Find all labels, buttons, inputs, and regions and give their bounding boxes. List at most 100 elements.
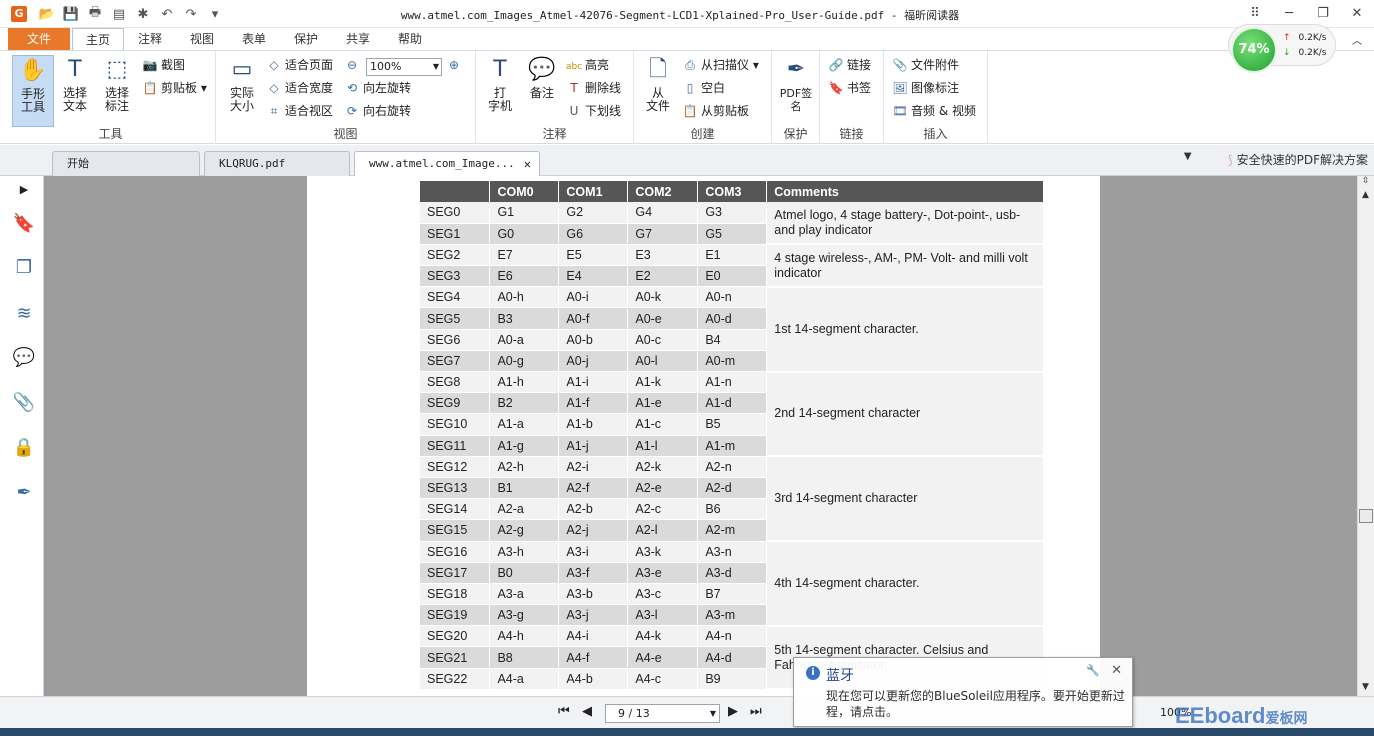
- blank-button[interactable]: ▯ 空白: [682, 78, 725, 98]
- doc-tab-atmel[interactable]: www.atmel.com_Image... ✕: [354, 151, 540, 177]
- pages-panel-icon[interactable]: ❐: [12, 256, 36, 280]
- bookmark-label: 书签: [847, 81, 872, 95]
- segment-cell: SEG15: [420, 519, 491, 542]
- bluetooth-notification[interactable]: i 蓝牙 🔧 ✕ 现在您可以更新您的BlueSoleil应用程序。要开始更新过程…: [793, 657, 1133, 727]
- settings-wrench-icon[interactable]: 🔧: [1086, 664, 1100, 677]
- document-viewport[interactable]: COM0 COM1 COM2 COM3 Comments SEG0 G1 G2 G4 G…: [44, 176, 1357, 696]
- table-header: Comments: [766, 181, 1044, 202]
- first-page-icon[interactable]: ⏮: [558, 704, 570, 719]
- com-cell: A3-j: [558, 604, 629, 627]
- strikeout-button[interactable]: T 删除线: [566, 78, 621, 98]
- new-icon[interactable]: ✱: [134, 5, 152, 23]
- last-page-icon[interactable]: ⏭: [750, 704, 762, 719]
- zoom-out-button[interactable]: ⊖: [344, 55, 363, 75]
- rotate-left-button[interactable]: ⟲ 向左旋转: [344, 78, 411, 98]
- tab-list-dropdown-icon[interactable]: ▼: [1184, 151, 1192, 162]
- clipboard-button[interactable]: 📋 剪贴板 ▾: [142, 78, 207, 98]
- signatures-panel-icon[interactable]: ✒: [12, 481, 36, 505]
- bookmark-button[interactable]: 🔖 书签: [828, 78, 872, 98]
- properties-icon[interactable]: ▤: [110, 5, 128, 23]
- restore-button[interactable]: ❐: [1306, 0, 1340, 26]
- undo-icon[interactable]: ↶: [158, 5, 176, 23]
- notification-close-button[interactable]: ✕: [1111, 663, 1122, 678]
- doc-tab-klqrug[interactable]: KLQRUG.pdf: [204, 151, 350, 176]
- select-annotation-button[interactable]: ⬚ 选择 标注: [98, 55, 136, 113]
- segment-cell: SEG7: [420, 350, 491, 373]
- from-clipboard-button[interactable]: 📋 从剪贴板: [682, 101, 750, 121]
- com-cell: A2-d: [697, 477, 768, 500]
- print-icon[interactable]: 🖶: [86, 5, 104, 23]
- from-file-button[interactable]: 🗋 从 文件: [640, 55, 676, 113]
- bookmarks-panel-icon[interactable]: 🔖: [12, 212, 36, 236]
- from-scanner-button[interactable]: ⎙ 从扫描仪 ▾: [682, 55, 759, 75]
- doc-tab-start[interactable]: 开始: [52, 151, 200, 176]
- link-button[interactable]: 🔗 链接: [828, 55, 872, 75]
- close-button[interactable]: ✕: [1340, 0, 1374, 26]
- collapse-ribbon-icon[interactable]: ︿: [1352, 32, 1362, 47]
- rotate-left-icon: ⟲: [346, 81, 358, 95]
- fit-page-button[interactable]: ◇ 适合页面: [266, 55, 333, 75]
- paste-icon: 📋: [682, 104, 698, 118]
- com-cell: A2-l: [627, 519, 699, 542]
- audio-video-button[interactable]: 🎞 音频 & 视频: [892, 101, 976, 121]
- windows-taskbar: [0, 728, 1374, 736]
- group-comment-label: 注释: [542, 127, 567, 141]
- promo-banner[interactable]: ▼ ⟆ 安全快速的PDF解决方案: [1184, 151, 1368, 168]
- expand-panel-icon[interactable]: ▶: [12, 178, 36, 202]
- close-tab-icon[interactable]: ✕: [524, 152, 531, 176]
- app-logo-icon[interactable]: G: [11, 6, 27, 22]
- page-number-field[interactable]: 9 / 13 ▼: [605, 704, 720, 723]
- network-monitor-widget[interactable]: 74% ↑ 0.2K/s ↓ 0.2K/s: [1228, 24, 1336, 73]
- zoom-in-button[interactable]: ⊕: [446, 55, 465, 75]
- tab-share[interactable]: 共享: [336, 28, 380, 50]
- typewriter-icon: T: [493, 57, 507, 82]
- image-icon: 🖼: [892, 81, 908, 95]
- underline-button[interactable]: U 下划线: [566, 101, 621, 121]
- typewriter-button[interactable]: T 打 字机: [482, 55, 518, 113]
- com-cell: A2-a: [489, 498, 560, 521]
- tab-file[interactable]: 文件: [8, 28, 70, 50]
- highlight-button[interactable]: abc 高亮: [566, 55, 609, 75]
- group-insert: 📎 文件附件 🖼 图像标注 🎞 音频 & 视频 插入: [884, 51, 988, 144]
- minimize-button[interactable]: ─: [1272, 0, 1306, 26]
- prev-page-icon[interactable]: ◀: [582, 704, 592, 719]
- from-file-label: 从 文件: [645, 86, 670, 113]
- scroll-down-icon[interactable]: ▼: [1362, 682, 1369, 692]
- vertical-scrollbar[interactable]: ⇳ ▲ ▼: [1357, 176, 1374, 696]
- note-button[interactable]: 💬 备注: [524, 55, 560, 100]
- tab-form[interactable]: 表单: [232, 28, 276, 50]
- select-annotation-label: 选择 标注: [104, 86, 129, 113]
- select-text-button[interactable]: T 选择 文本: [56, 55, 94, 113]
- save-icon[interactable]: 💾: [62, 5, 80, 23]
- zoom-select[interactable]: 100% ▼: [366, 58, 442, 76]
- next-page-icon[interactable]: ▶: [728, 704, 738, 719]
- image-annotation-button[interactable]: 🖼 图像标注: [892, 78, 959, 98]
- fit-width-button[interactable]: ◇ 适合宽度: [266, 78, 333, 98]
- actual-size-button[interactable]: ▭ 实际 大小: [224, 55, 260, 113]
- security-panel-icon[interactable]: 🔒: [12, 436, 36, 460]
- attachments-panel-icon[interactable]: 📎: [12, 391, 36, 415]
- com-cell: A4-h: [489, 625, 560, 648]
- pdf-sign-button[interactable]: ✒ PDF签 名: [776, 55, 816, 113]
- hand-tool-label: 手形 工具: [20, 87, 45, 114]
- customize-qat-icon[interactable]: ▾: [206, 5, 224, 23]
- layout-icon[interactable]: ⠿: [1238, 0, 1272, 26]
- tab-home[interactable]: 主页: [72, 28, 124, 51]
- scroll-up-icon[interactable]: ▲: [1362, 190, 1369, 200]
- com-cell: A1-c: [627, 413, 699, 436]
- rotate-right-button[interactable]: ⟳ 向右旋转: [344, 101, 411, 121]
- screenshot-button[interactable]: 📷 截图: [142, 55, 186, 75]
- layers-panel-icon[interactable]: ≋: [12, 302, 36, 326]
- file-attachment-button[interactable]: 📎 文件附件: [892, 55, 960, 75]
- redo-icon[interactable]: ↷: [182, 5, 200, 23]
- comments-panel-icon[interactable]: 💬: [12, 346, 36, 370]
- split-icon[interactable]: ⇳: [1362, 176, 1370, 186]
- open-folder-icon[interactable]: 📂: [38, 5, 56, 23]
- fit-visible-button[interactable]: ⌗ 适合视区: [266, 101, 333, 121]
- tab-help[interactable]: 帮助: [388, 28, 432, 50]
- scroll-thumb[interactable]: [1359, 509, 1373, 523]
- hand-tool-button[interactable]: ✋ 手形 工具: [12, 55, 54, 127]
- tab-comment[interactable]: 注释: [128, 28, 172, 50]
- tab-view[interactable]: 视图: [180, 28, 224, 50]
- tab-protect[interactable]: 保护: [284, 28, 328, 50]
